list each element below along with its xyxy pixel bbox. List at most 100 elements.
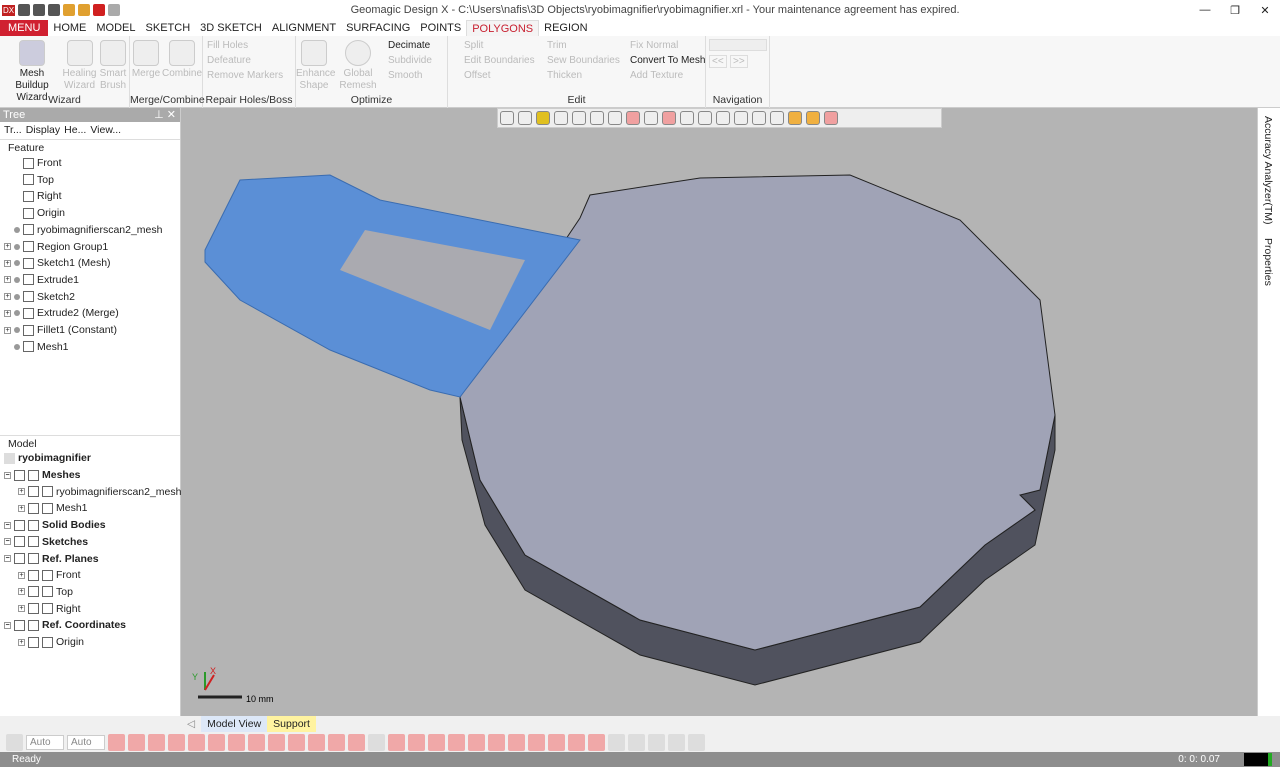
model-item[interactable]: + Mesh1 (18, 500, 88, 516)
decimate-button[interactable]: Decimate (388, 40, 430, 51)
properties-tab[interactable]: Properties (1262, 238, 1274, 286)
expand-icon[interactable]: + (4, 259, 11, 267)
trim-button[interactable]: Trim (547, 40, 567, 51)
visibility-icon[interactable] (14, 469, 25, 481)
rect-select-icon[interactable] (662, 111, 676, 125)
visibility-dot-icon[interactable] (14, 293, 20, 300)
expand-icon[interactable]: + (4, 276, 11, 284)
freeform-icon[interactable] (734, 111, 748, 125)
toolbar-tool-icon[interactable] (168, 733, 185, 751)
visibility-icon[interactable] (28, 569, 39, 581)
tab-view[interactable]: View... (90, 124, 121, 137)
model-item[interactable]: + Origin (18, 634, 84, 650)
paint-icon[interactable] (752, 111, 766, 125)
feature-item[interactable]: Top (4, 172, 54, 188)
tab-support[interactable]: Support (267, 716, 316, 732)
split-button[interactable]: Split (464, 40, 483, 51)
plane-icon[interactable] (554, 111, 568, 125)
expand-icon[interactable]: − (4, 471, 11, 479)
feature-item[interactable]: ryobimagnifierscan2_mesh (4, 222, 162, 238)
expand-icon[interactable]: + (18, 605, 25, 613)
visibility-icon[interactable] (28, 603, 39, 615)
tab-help[interactable]: He... (64, 124, 86, 137)
feature-item[interactable]: Front (4, 155, 62, 171)
expand-icon[interactable]: − (4, 555, 11, 562)
feature-item[interactable]: Origin (4, 205, 65, 221)
tab-menu[interactable]: MENU (0, 20, 49, 36)
fill-icon[interactable] (788, 111, 802, 125)
model-item[interactable]: + ryobimagnifierscan2_mesh (18, 484, 181, 500)
visibility-dot-icon[interactable] (14, 343, 20, 350)
expand-icon[interactable]: − (4, 538, 11, 546)
defeature-button[interactable]: Defeature (207, 55, 251, 66)
tab-home[interactable]: HOME (48, 20, 91, 36)
tab-model[interactable]: MODEL (91, 20, 140, 36)
save-icon[interactable] (48, 4, 61, 16)
add-texture-button[interactable]: Add Texture (630, 70, 683, 81)
toolbar-tool-icon[interactable] (108, 733, 125, 751)
expand-icon[interactable]: + (18, 638, 25, 646)
toolbar-tool-icon[interactable] (308, 733, 325, 751)
sew-boundaries-button[interactable]: Sew Boundaries (547, 55, 620, 66)
import-icon[interactable] (63, 4, 76, 16)
toolbar-tool-icon[interactable] (128, 733, 145, 751)
open-icon[interactable] (33, 4, 46, 16)
toolbar-tool-icon[interactable] (568, 733, 585, 751)
visibility-dot-icon[interactable] (14, 276, 20, 283)
toolbar-tool-icon[interactable] (368, 733, 385, 751)
toolbar-tool-icon[interactable] (688, 733, 705, 751)
tab-polygons[interactable]: POLYGONS (466, 20, 540, 36)
redo-icon[interactable] (108, 4, 121, 16)
toolbar-tool-icon[interactable] (208, 733, 225, 751)
visibility-icon[interactable] (14, 553, 25, 564)
new-icon[interactable] (18, 4, 31, 16)
fill-holes-button[interactable]: Fill Holes (207, 40, 248, 51)
toolbar-tool-icon[interactable] (328, 733, 345, 751)
tab-tree[interactable]: Tr... (4, 124, 22, 137)
visibility-icon[interactable] (28, 502, 39, 514)
expand-icon[interactable]: + (18, 571, 25, 579)
lasso-icon[interactable] (716, 111, 730, 125)
toolbar-tool-icon[interactable] (488, 733, 505, 751)
visibility-dot-icon[interactable] (14, 260, 20, 267)
tab-surfacing[interactable]: SURFACING (341, 20, 415, 36)
model-item[interactable]: + Right (18, 601, 81, 617)
combine-button[interactable]: Combine (162, 40, 202, 80)
circle-select-icon[interactable] (680, 111, 694, 125)
toolbar-tool-icon[interactable] (288, 733, 305, 751)
model-item[interactable]: − Solid Bodies (4, 517, 106, 533)
toolbar-tool-icon[interactable] (468, 733, 485, 751)
smart-brush-button[interactable]: Smart Brush (97, 40, 129, 92)
enhance-shape-button[interactable]: Enhance Shape (296, 40, 335, 92)
subdivide-button[interactable]: Subdivide (388, 55, 432, 66)
model-item[interactable]: − Ref. Planes (4, 551, 99, 567)
extend-icon[interactable] (806, 111, 820, 125)
feature-item[interactable]: + Sketch2 (4, 289, 75, 305)
toolbar-tool-icon[interactable] (628, 733, 645, 751)
healing-wizard-button[interactable]: Healing Wizard (62, 40, 97, 92)
feature-item[interactable]: + Extrude2 (Merge) (4, 305, 119, 321)
offset-button[interactable]: Offset (464, 70, 491, 81)
model-item[interactable]: + Front (18, 567, 81, 583)
home-view-icon[interactable] (626, 111, 640, 125)
expand-icon[interactable]: + (4, 243, 11, 250)
restore-button[interactable]: ❐ (1220, 4, 1250, 17)
toolbar-tool-icon[interactable] (148, 733, 165, 751)
thicken-button[interactable]: Thicken (547, 70, 582, 81)
tab-points[interactable]: POINTS (415, 20, 466, 36)
toolbar-tool-icon[interactable] (608, 733, 625, 751)
toolbar-tool-icon[interactable] (548, 733, 565, 751)
line-icon[interactable] (644, 111, 658, 125)
edit-boundaries-button[interactable]: Edit Boundaries (464, 55, 535, 66)
toolbar-tool-icon[interactable] (588, 733, 605, 751)
expand-icon[interactable]: + (4, 326, 11, 334)
nav-prev-button[interactable]: << (709, 55, 727, 68)
visibility-dot-icon[interactable] (14, 310, 20, 317)
model-item[interactable]: − Sketches (4, 534, 88, 550)
toolbar-tool-icon[interactable] (528, 733, 545, 751)
expand-icon[interactable]: + (4, 293, 11, 301)
minimize-button[interactable]: — (1190, 4, 1220, 16)
close-button[interactable]: ✕ (1250, 4, 1280, 17)
global-remesh-button[interactable]: Global Remesh (336, 40, 380, 92)
smooth-button[interactable]: Smooth (388, 70, 422, 81)
